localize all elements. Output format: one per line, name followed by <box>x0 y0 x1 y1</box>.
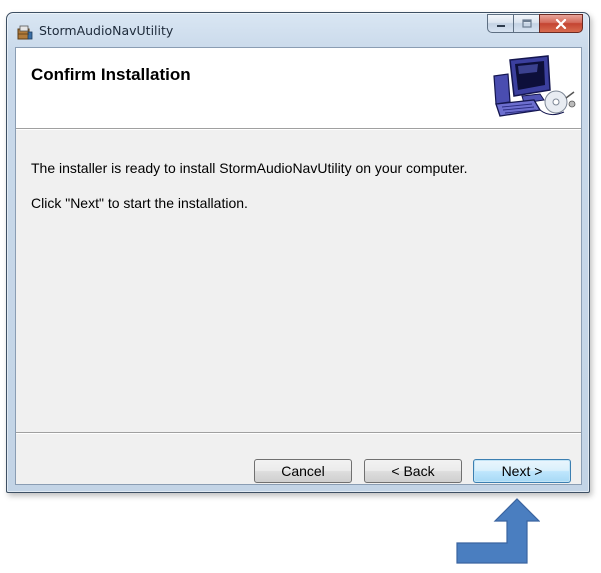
window-title: StormAudioNavUtility <box>39 23 174 38</box>
computer-with-disc-icon <box>493 55 576 117</box>
header-divider <box>16 129 581 130</box>
page-title: Confirm Installation <box>31 65 191 84</box>
back-button[interactable]: < Back <box>364 459 462 483</box>
maximize-icon <box>521 19 532 28</box>
title-bar[interactable]: StormAudioNavUtility <box>7 13 589 47</box>
up-arrow-pointer-icon <box>456 498 540 564</box>
maximize-button[interactable] <box>513 14 539 33</box>
footer-divider-highlight <box>16 433 581 434</box>
installer-package-icon <box>17 25 33 40</box>
installer-window: StormAudioNavUtility Confirm Installatio… <box>6 12 590 493</box>
dialog-client-area: Confirm Installation The installer is re… <box>15 47 582 485</box>
next-button[interactable]: Next > <box>473 459 571 483</box>
dialog-header: Confirm Installation <box>16 48 581 129</box>
minimize-button[interactable] <box>487 14 513 33</box>
instruction-message: Click "Next" to start the installation. <box>31 195 248 211</box>
cancel-button[interactable]: Cancel <box>254 459 352 483</box>
ready-message: The installer is ready to install StormA… <box>31 160 468 176</box>
close-button[interactable] <box>539 14 583 33</box>
close-icon <box>555 18 567 29</box>
minimize-icon <box>496 24 505 27</box>
caption-buttons <box>487 14 583 34</box>
